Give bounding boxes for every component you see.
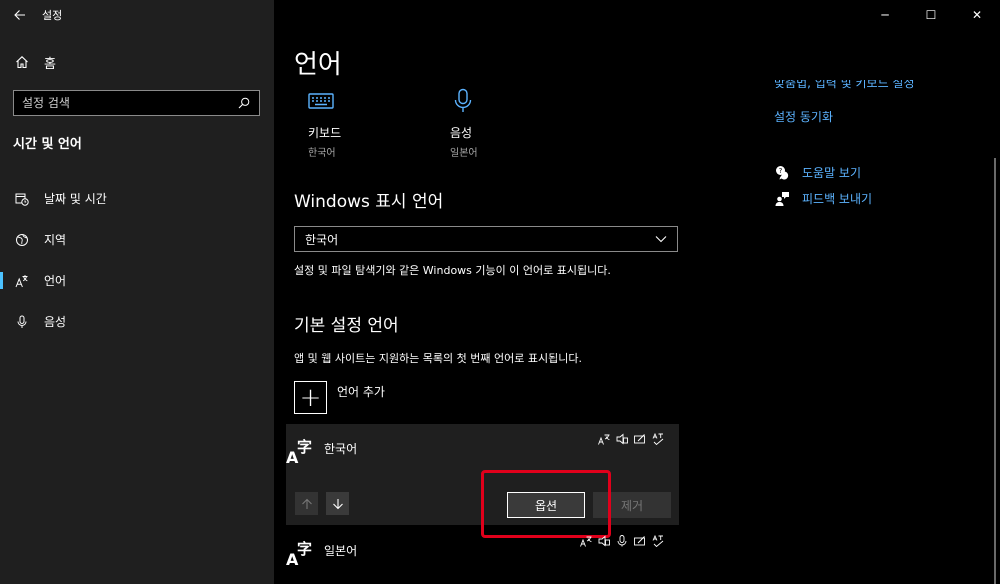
text-to-speech-feature-icon — [616, 433, 628, 445]
chevron-down-icon — [655, 236, 667, 243]
language-glyph-icon: A字 — [286, 438, 313, 467]
quick-link-label: 키보드 — [308, 126, 342, 140]
quick-link-sub: 한국어 — [308, 148, 336, 159]
sidebar-item-label: 지역 — [44, 233, 67, 247]
quick-link-keyboard[interactable]: 키보드 한국어 — [308, 88, 428, 159]
quick-link-label: 음성 — [450, 126, 473, 140]
language-glyph-icon: A字 — [286, 540, 313, 569]
search-icon[interactable] — [237, 96, 251, 110]
scrollbar[interactable] — [994, 158, 996, 584]
close-icon: ✕ — [971, 8, 983, 22]
sidebar-item-label: 언어 — [44, 274, 67, 288]
quick-link-speech[interactable]: 음성 일본어 — [450, 88, 570, 159]
window-controls: ─ ☐ ✕ — [862, 0, 1000, 30]
maximize-button[interactable]: ☐ — [908, 0, 954, 30]
svg-text:?: ? — [778, 167, 782, 175]
language-item-korean[interactable]: A字 한국어 — [286, 436, 358, 467]
display-language-feature-icon — [580, 535, 592, 547]
globe-icon — [14, 232, 30, 248]
feedback-link[interactable]: 피드백 보내기 — [774, 190, 872, 207]
minimize-button[interactable]: ─ — [862, 0, 908, 30]
add-language-label: 언어 추가 — [337, 385, 385, 399]
sidebar-item-language[interactable]: 언어 — [0, 260, 274, 301]
spell-check-feature-icon — [652, 535, 664, 547]
plus-icon: + — [294, 381, 327, 414]
sidebar-item-region[interactable]: 지역 — [0, 219, 274, 260]
text-to-speech-feature-icon — [598, 535, 610, 547]
add-language-button[interactable]: + 언어 추가 — [294, 381, 385, 414]
handwriting-feature-icon — [634, 535, 646, 547]
nav-home-label: 홈 — [44, 56, 56, 72]
language-features-korean — [598, 433, 664, 445]
help-chat-icon: ? — [774, 165, 790, 181]
sidebar-item-label: 음성 — [44, 315, 67, 329]
highlight-box — [481, 470, 611, 538]
sidebar: 설정 홈 시간 및 언어 날짜 및 시간 지역 — [0, 0, 274, 584]
preferred-languages-heading: 기본 설정 언어 — [294, 316, 399, 336]
arrow-up-icon — [301, 498, 312, 509]
search-input[interactable] — [22, 96, 237, 110]
section-title: 시간 및 언어 — [13, 137, 82, 152]
move-down-button[interactable] — [326, 492, 349, 515]
sidebar-item-speech[interactable]: 음성 — [0, 301, 274, 342]
language-name: 한국어 — [324, 442, 358, 456]
page-title: 언어 — [294, 50, 342, 80]
calendar-clock-icon — [14, 191, 30, 207]
get-help-label: 도움말 보기 — [802, 166, 862, 180]
language-features-japanese — [580, 535, 664, 547]
display-language-select[interactable]: 한국어 — [294, 226, 678, 252]
app-title: 설정 — [42, 9, 63, 22]
display-language-heading: Windows 표시 언어 — [294, 192, 444, 212]
handwriting-feature-icon — [634, 433, 646, 445]
language-icon — [14, 273, 30, 289]
spelling-typing-keyboard-link[interactable]: 맞춤법, 입력 및 키보드 설정 — [774, 80, 984, 90]
sync-settings-link[interactable]: 설정 동기화 — [774, 108, 833, 125]
close-button[interactable]: ✕ — [954, 0, 1000, 30]
titlebar: 설정 — [0, 0, 274, 30]
preferred-languages-description: 앱 및 웹 사이트는 지원하는 목록의 첫 번째 언어로 표시됩니다. — [294, 352, 582, 365]
get-help-link[interactable]: ? 도움말 보기 — [774, 164, 861, 181]
nav-list: 날짜 및 시간 지역 언어 음성 — [0, 178, 274, 342]
back-button[interactable] — [0, 0, 40, 30]
quick-link-sub: 일본어 — [450, 148, 478, 159]
home-icon — [14, 54, 30, 70]
nav-home[interactable]: 홈 — [0, 48, 274, 76]
move-up-button[interactable] — [295, 492, 318, 515]
minimize-icon: ─ — [881, 8, 889, 22]
keyboard-icon — [308, 93, 334, 109]
language-name: 일본어 — [324, 544, 358, 558]
spell-check-feature-icon — [652, 433, 664, 445]
sidebar-item-label: 날짜 및 시간 — [44, 192, 107, 206]
display-language-description: 설정 및 파일 탐색기와 같은 Windows 기능이 이 언어로 표시됩니다. — [294, 264, 611, 277]
arrow-down-icon — [332, 498, 343, 509]
feedback-label: 피드백 보내기 — [802, 192, 873, 206]
display-language-value: 한국어 — [305, 232, 339, 247]
display-language-feature-icon — [598, 433, 610, 445]
language-item-japanese[interactable]: A字 일본어 — [286, 538, 358, 569]
microphone-icon — [14, 314, 30, 330]
back-arrow-icon — [14, 10, 25, 20]
sidebar-item-date-time[interactable]: 날짜 및 시간 — [0, 178, 274, 219]
maximize-icon: ☐ — [925, 8, 937, 22]
search-box[interactable] — [13, 90, 260, 116]
microphone-icon — [454, 88, 472, 112]
feedback-icon — [774, 191, 790, 207]
speech-recognition-feature-icon — [616, 535, 628, 547]
